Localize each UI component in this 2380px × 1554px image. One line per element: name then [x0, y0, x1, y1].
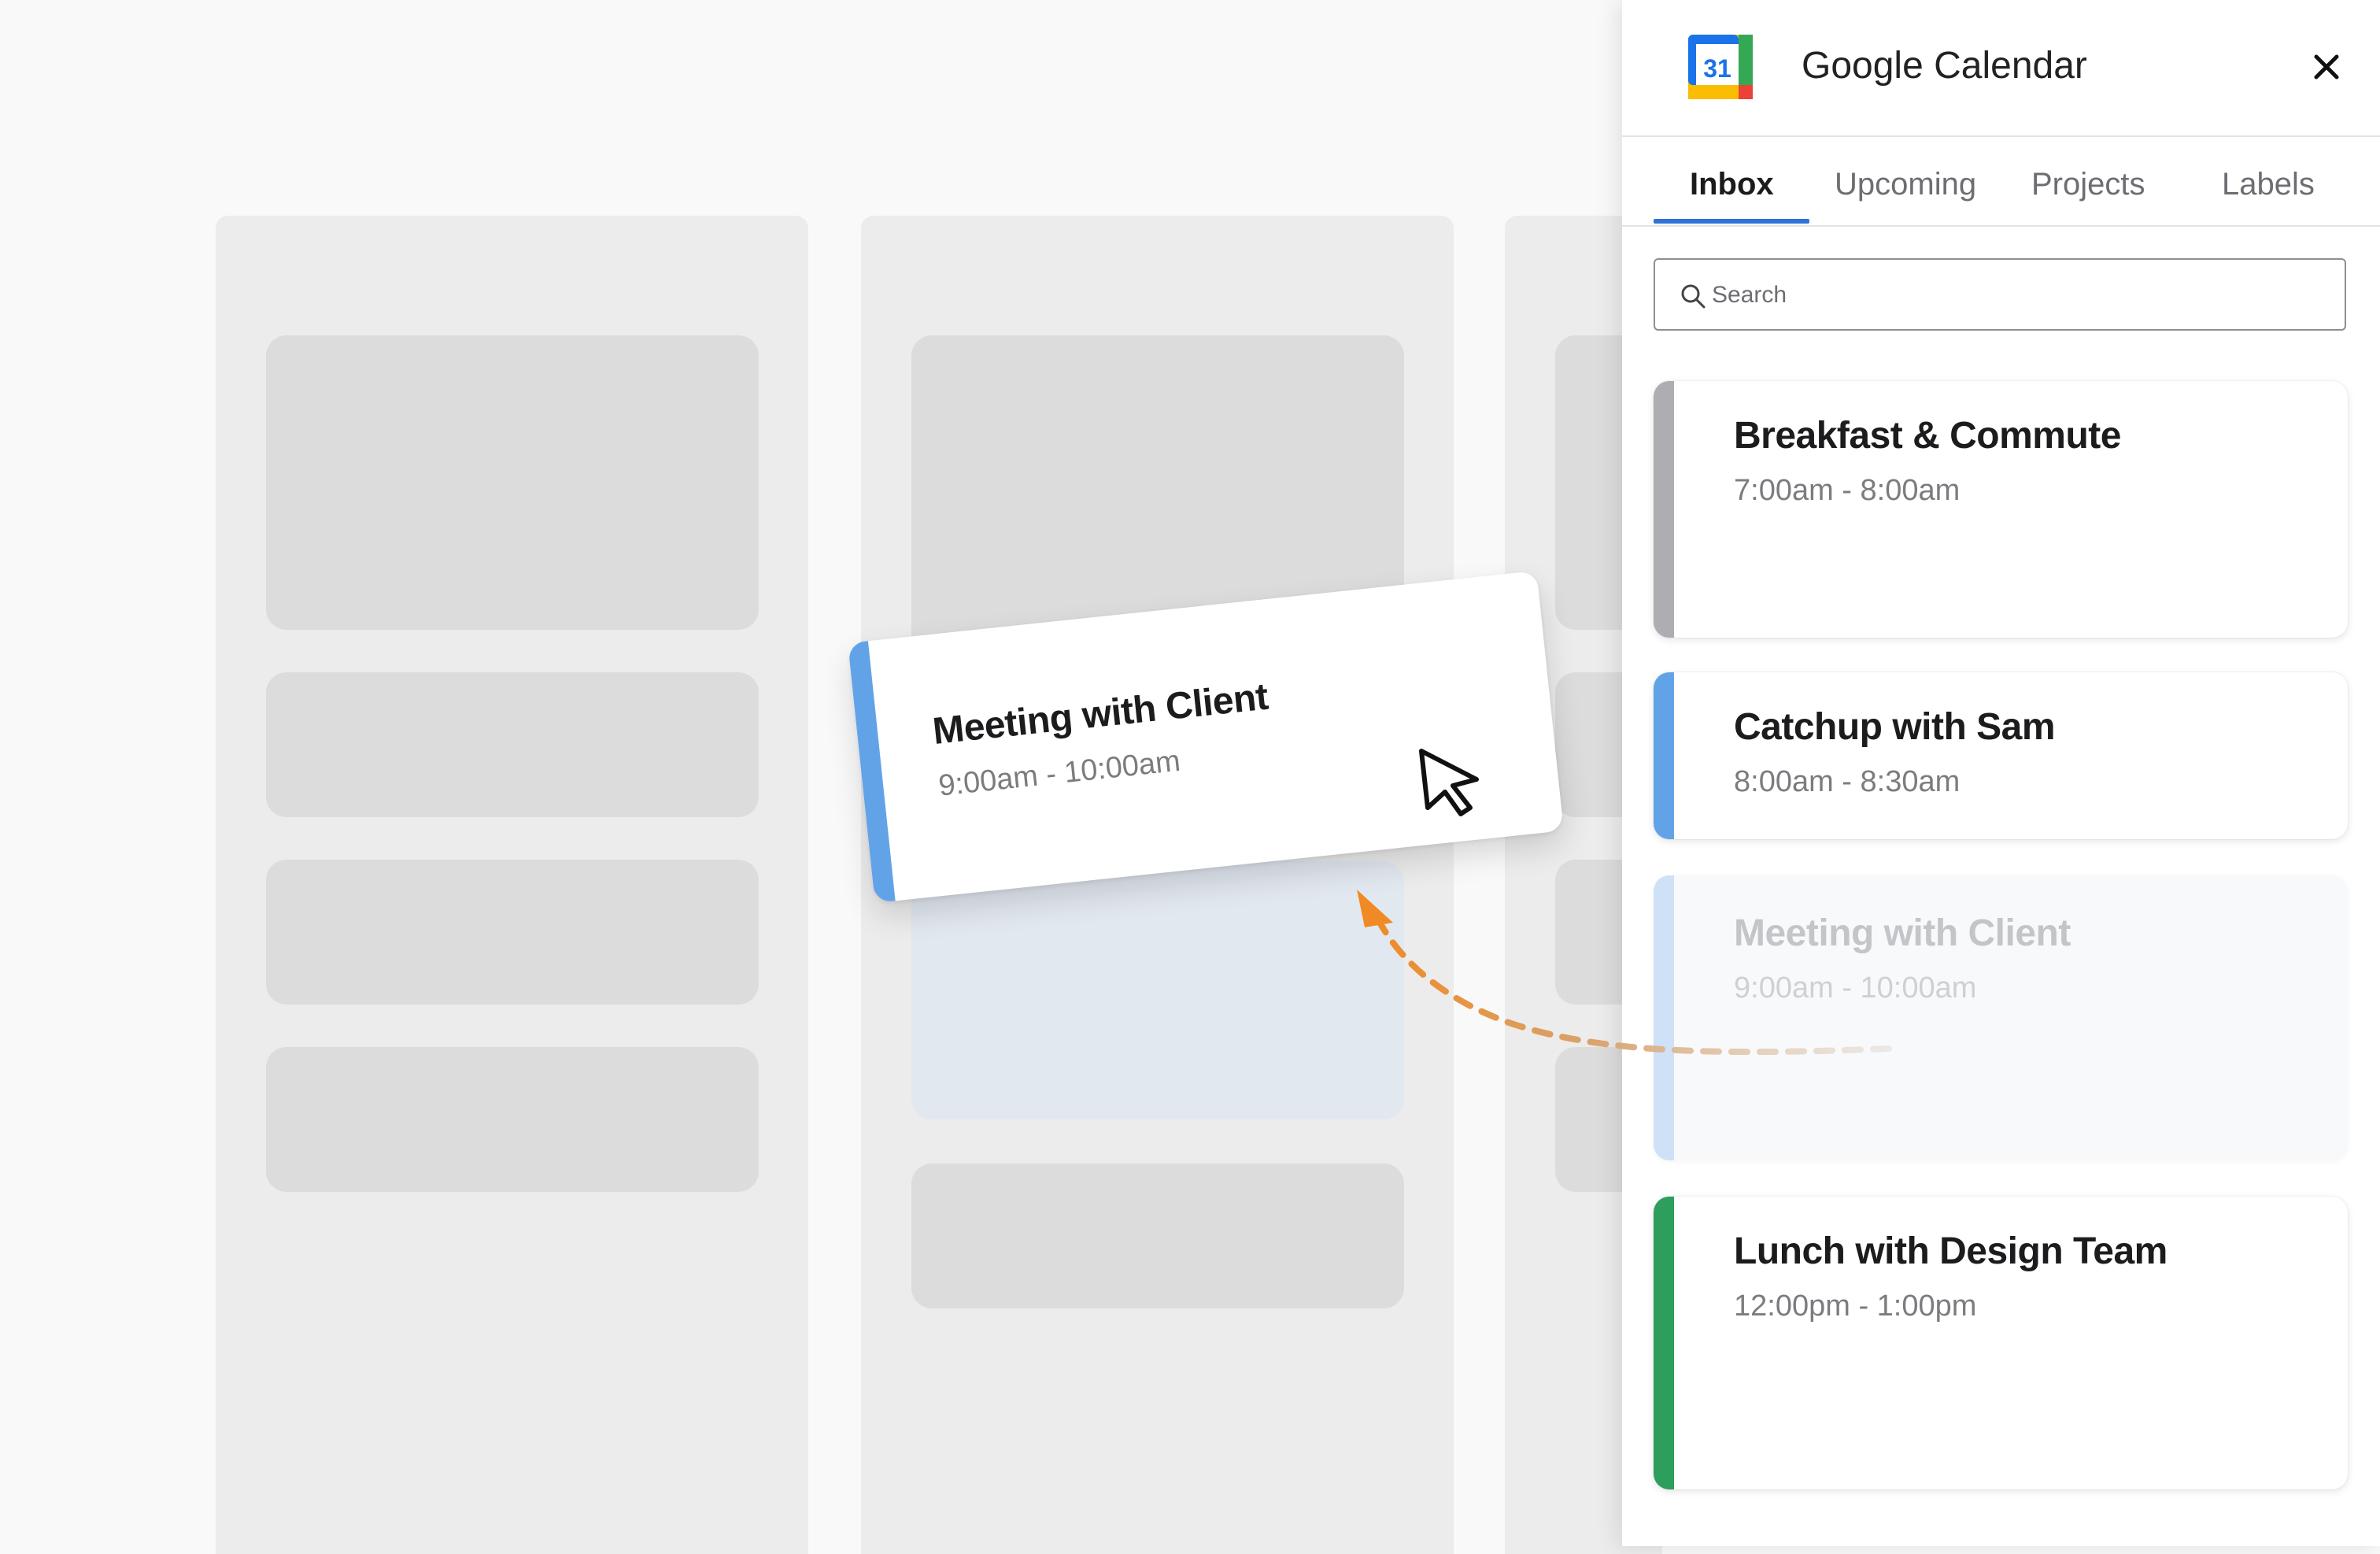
- search-icon: [1681, 284, 1706, 309]
- google-calendar-panel: 31 Google Calendar Inbox Upcoming Projec…: [1622, 0, 2380, 1546]
- event-time: 12:00pm - 1:00pm: [1734, 1289, 1977, 1323]
- placeholder-card: [266, 860, 759, 1005]
- event-card-ghost: Meeting with Client 9:00am - 10:00am: [1654, 875, 2348, 1160]
- event-time: 7:00am - 8:00am: [1734, 474, 1961, 507]
- event-card[interactable]: Breakfast & Commute 7:00am - 8:00am: [1654, 381, 2348, 638]
- event-color-bar: [1654, 381, 1674, 638]
- event-card[interactable]: Catchup with Sam 8:00am - 8:30am: [1654, 672, 2348, 839]
- active-tab-indicator: [1654, 219, 1809, 224]
- drop-target: [911, 861, 1404, 1119]
- panel-header: 31 Google Calendar: [1622, 0, 2380, 137]
- event-time: 8:00am - 8:30am: [1734, 765, 1961, 798]
- tab-inbox[interactable]: Inbox: [1690, 167, 1774, 202]
- logo-text: 31: [1703, 54, 1731, 83]
- event-title: Catchup with Sam: [1734, 706, 2056, 748]
- event-card[interactable]: Lunch with Design Team 12:00pm - 1:00pm: [1654, 1197, 2348, 1489]
- placeholder-card: [266, 672, 759, 817]
- dragged-event-time: 9:00am - 10:00am: [937, 744, 1182, 803]
- placeholder-card: [266, 335, 759, 630]
- placeholder-card: [266, 1047, 759, 1192]
- event-color-bar: [1654, 672, 1674, 839]
- tab-bar: Inbox Upcoming Projects Labels: [1622, 135, 2380, 227]
- google-calendar-logo: 31: [1688, 35, 1753, 99]
- close-icon[interactable]: [2307, 47, 2346, 87]
- event-title: Breakfast & Commute: [1734, 415, 2121, 457]
- search-input[interactable]: Search: [1654, 258, 2346, 331]
- tab-labels[interactable]: Labels: [2222, 167, 2315, 202]
- dragged-event-title: Meeting with Client: [930, 675, 1270, 753]
- board-column: [216, 216, 808, 1554]
- tab-projects[interactable]: Projects: [2031, 167, 2145, 202]
- event-time: 9:00am - 10:00am: [1734, 971, 1977, 1005]
- tab-upcoming[interactable]: Upcoming: [1835, 167, 1976, 202]
- event-title: Lunch with Design Team: [1734, 1230, 2168, 1272]
- event-color-bar: [1654, 1197, 1674, 1489]
- placeholder-card: [911, 1164, 1404, 1308]
- event-title: Meeting with Client: [1734, 912, 2071, 954]
- event-color-bar: [1654, 875, 1674, 1160]
- mouse-pointer-icon: [1419, 749, 1479, 816]
- search-placeholder: Search: [1712, 282, 1787, 308]
- panel-title: Google Calendar: [1802, 45, 2087, 87]
